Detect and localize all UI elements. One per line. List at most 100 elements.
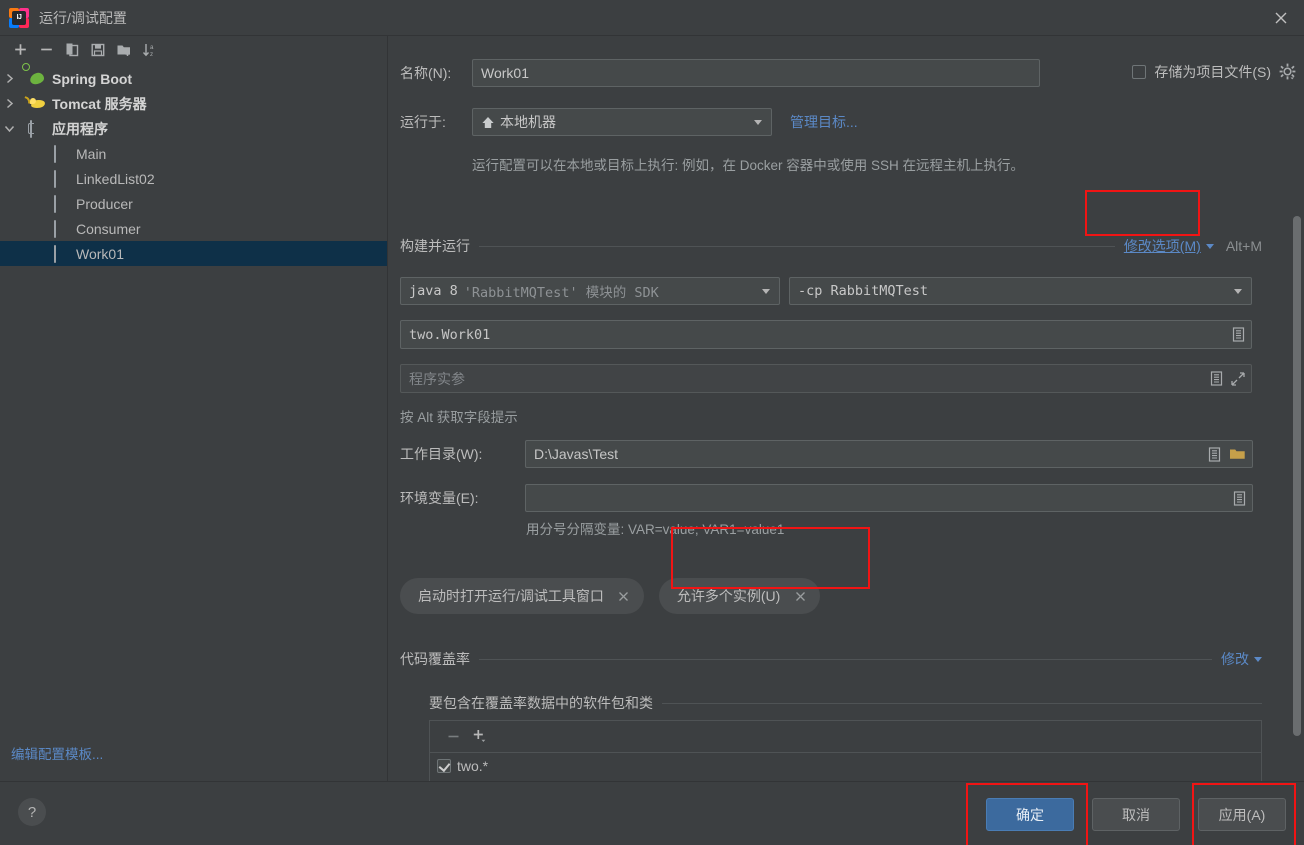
close-icon[interactable]	[1258, 0, 1304, 36]
ok-button[interactable]: 确定	[986, 798, 1074, 831]
coverage-packages-subsection-header: 要包含在覆盖率数据中的软件包和类	[429, 693, 1262, 713]
target-hint-text: 运行配置可以在本地或目标上执行: 例如，在 Docker 容器中或使用 SSH …	[472, 158, 1025, 173]
chevron-right-icon[interactable]	[0, 91, 18, 116]
tree-node-label: Main	[76, 145, 107, 162]
insert-macro-icon[interactable]	[1208, 446, 1221, 462]
name-input[interactable]	[472, 59, 1040, 87]
configurations-tree: Spring Boot Tomcat 服务器 应用程序 Main LinkedL…	[0, 62, 387, 266]
working-directory-label: 工作目录(W):	[400, 446, 483, 462]
working-directory-value: D:\Javas\Test	[534, 446, 619, 462]
checkbox-box[interactable]	[1132, 65, 1147, 79]
tree-node-linkedlist02[interactable]: LinkedList02	[0, 166, 387, 191]
chevron-down-icon[interactable]	[0, 116, 18, 141]
coverage-remove-button[interactable]	[440, 725, 466, 749]
tree-node-label: Producer	[76, 195, 133, 212]
close-icon[interactable]	[792, 588, 808, 604]
field-hint-text: 按 Alt 获取字段提示	[400, 410, 518, 425]
environment-variables-hint: 用分号分隔变量: VAR=value; VAR1=value1	[526, 522, 785, 537]
tomcat-icon	[23, 95, 50, 112]
environment-variables-label: 环境变量(E):	[400, 490, 479, 506]
chevron-down-icon[interactable]	[762, 289, 770, 294]
chip-label: 允许多个实例(U)	[676, 588, 781, 604]
content-scrollbar[interactable]	[1292, 214, 1302, 781]
coverage-table-row[interactable]: two.*	[430, 753, 1261, 779]
jre-select[interactable]: java 8 'RabbitMQTest' 模块的 SDK	[400, 277, 780, 305]
tree-node-consumer[interactable]: Consumer	[0, 216, 387, 241]
insert-macro-icon[interactable]	[1233, 490, 1246, 506]
chevron-down-icon[interactable]	[1205, 243, 1214, 249]
modify-options-link[interactable]: 修改选项(M)	[1124, 236, 1201, 256]
coverage-item-checkbox[interactable]	[437, 759, 451, 773]
configurations-sidebar: a z Spring Boot Tomcat 服务器 应用程序 Main Lin…	[0, 36, 388, 781]
working-directory-input[interactable]: D:\Javas\Test	[525, 440, 1253, 468]
folder-browse-icon[interactable]	[1229, 447, 1246, 461]
application-icon	[54, 244, 74, 263]
scrollbar-thumb[interactable]	[1293, 216, 1301, 736]
coverage-item-label: two.*	[457, 758, 489, 774]
chip-label: 启动时打开运行/调试工具窗口	[418, 588, 604, 604]
sort-configurations-button[interactable]: a z	[137, 38, 163, 62]
chip-open-run-tool-window[interactable]: 启动时打开运行/调试工具窗口	[400, 578, 644, 614]
run-on-value: 本地机器	[500, 114, 556, 130]
chevron-down-icon[interactable]	[1234, 289, 1242, 294]
gear-icon[interactable]	[1279, 63, 1296, 85]
store-as-project-file-checkbox[interactable]: 存储为项目文件(S)	[1132, 62, 1271, 82]
coverage-modify-link[interactable]: 修改	[1221, 649, 1249, 669]
chevron-down-icon[interactable]	[1254, 656, 1262, 662]
application-icon	[54, 169, 74, 188]
help-button[interactable]: ?	[18, 798, 46, 826]
save-configuration-button[interactable]	[85, 38, 111, 62]
spring-boot-icon	[22, 62, 50, 87]
insert-macro-icon[interactable]	[1232, 327, 1245, 342]
chip-allow-multiple-instances[interactable]: 允许多个实例(U)	[658, 578, 821, 614]
tree-node-spring-boot[interactable]: Spring Boot	[0, 62, 387, 91]
main-class-value: two.Work01	[409, 326, 491, 343]
copy-configuration-button[interactable]	[59, 38, 85, 62]
section-divider	[479, 658, 1212, 660]
classpath-value: -cp RabbitMQTest	[798, 283, 929, 299]
section-divider	[479, 245, 1115, 247]
code-coverage-title: 代码覆盖率	[400, 651, 470, 667]
code-coverage-section-header: 代码覆盖率 修改	[400, 649, 1262, 669]
run-on-target-select[interactable]: 本地机器	[472, 108, 772, 136]
apply-button[interactable]: 应用(A)	[1198, 798, 1286, 831]
environment-variables-input[interactable]	[525, 484, 1253, 512]
tree-node-work01[interactable]: Work01	[0, 241, 387, 266]
chevron-right-icon[interactable]	[0, 66, 18, 91]
close-icon[interactable]	[616, 588, 632, 604]
tree-node-application[interactable]: 应用程序	[0, 116, 387, 141]
edit-configuration-templates-link[interactable]: 编辑配置模板...	[11, 743, 103, 763]
cancel-button[interactable]: 取消	[1092, 798, 1180, 831]
run-on-label: 运行于:	[400, 114, 446, 130]
build-and-run-section-header: 构建并运行 修改选项(M) Alt+M	[400, 236, 1262, 256]
svg-text:z: z	[150, 51, 153, 58]
name-label: 名称(N):	[400, 65, 452, 81]
tree-node-producer[interactable]: Producer	[0, 191, 387, 216]
program-arguments-input[interactable]: 程序实参	[400, 364, 1252, 393]
classpath-select[interactable]: -cp RabbitMQTest	[789, 277, 1252, 305]
jre-value: java 8	[409, 283, 458, 299]
main-class-input[interactable]: two.Work01	[400, 320, 1252, 349]
remove-configuration-button[interactable]	[33, 38, 59, 62]
expand-icon[interactable]	[1231, 371, 1245, 386]
application-icon	[54, 144, 74, 163]
chevron-down-icon[interactable]	[754, 120, 762, 125]
add-configuration-button[interactable]	[7, 38, 33, 62]
coverage-add-button[interactable]	[466, 725, 492, 749]
coverage-packages-title: 要包含在覆盖率数据中的软件包和类	[429, 695, 653, 711]
tree-node-main[interactable]: Main	[0, 141, 387, 166]
application-icon	[54, 194, 74, 213]
svg-text:a: a	[150, 44, 154, 51]
application-icon	[30, 119, 50, 138]
tree-node-label: 应用程序	[52, 120, 108, 137]
move-into-folder-button[interactable]	[111, 38, 137, 62]
modify-options-shortcut: Alt+M	[1225, 238, 1262, 254]
tree-node-tomcat-server[interactable]: Tomcat 服务器	[0, 91, 387, 116]
tree-node-label: LinkedList02	[76, 170, 155, 187]
working-directory-row: 工作目录(W): D:\Javas\Test	[400, 440, 1253, 468]
run-debug-configurations-dialog: IJ 运行/调试配置 a z Spring Boot Tomcat 服务器 应用…	[0, 0, 1304, 845]
tree-node-label: Spring Boot	[52, 70, 133, 87]
manage-targets-link[interactable]: 管理目标...	[790, 112, 858, 132]
local-machine-icon	[481, 116, 495, 129]
insert-macro-icon[interactable]	[1210, 371, 1223, 386]
